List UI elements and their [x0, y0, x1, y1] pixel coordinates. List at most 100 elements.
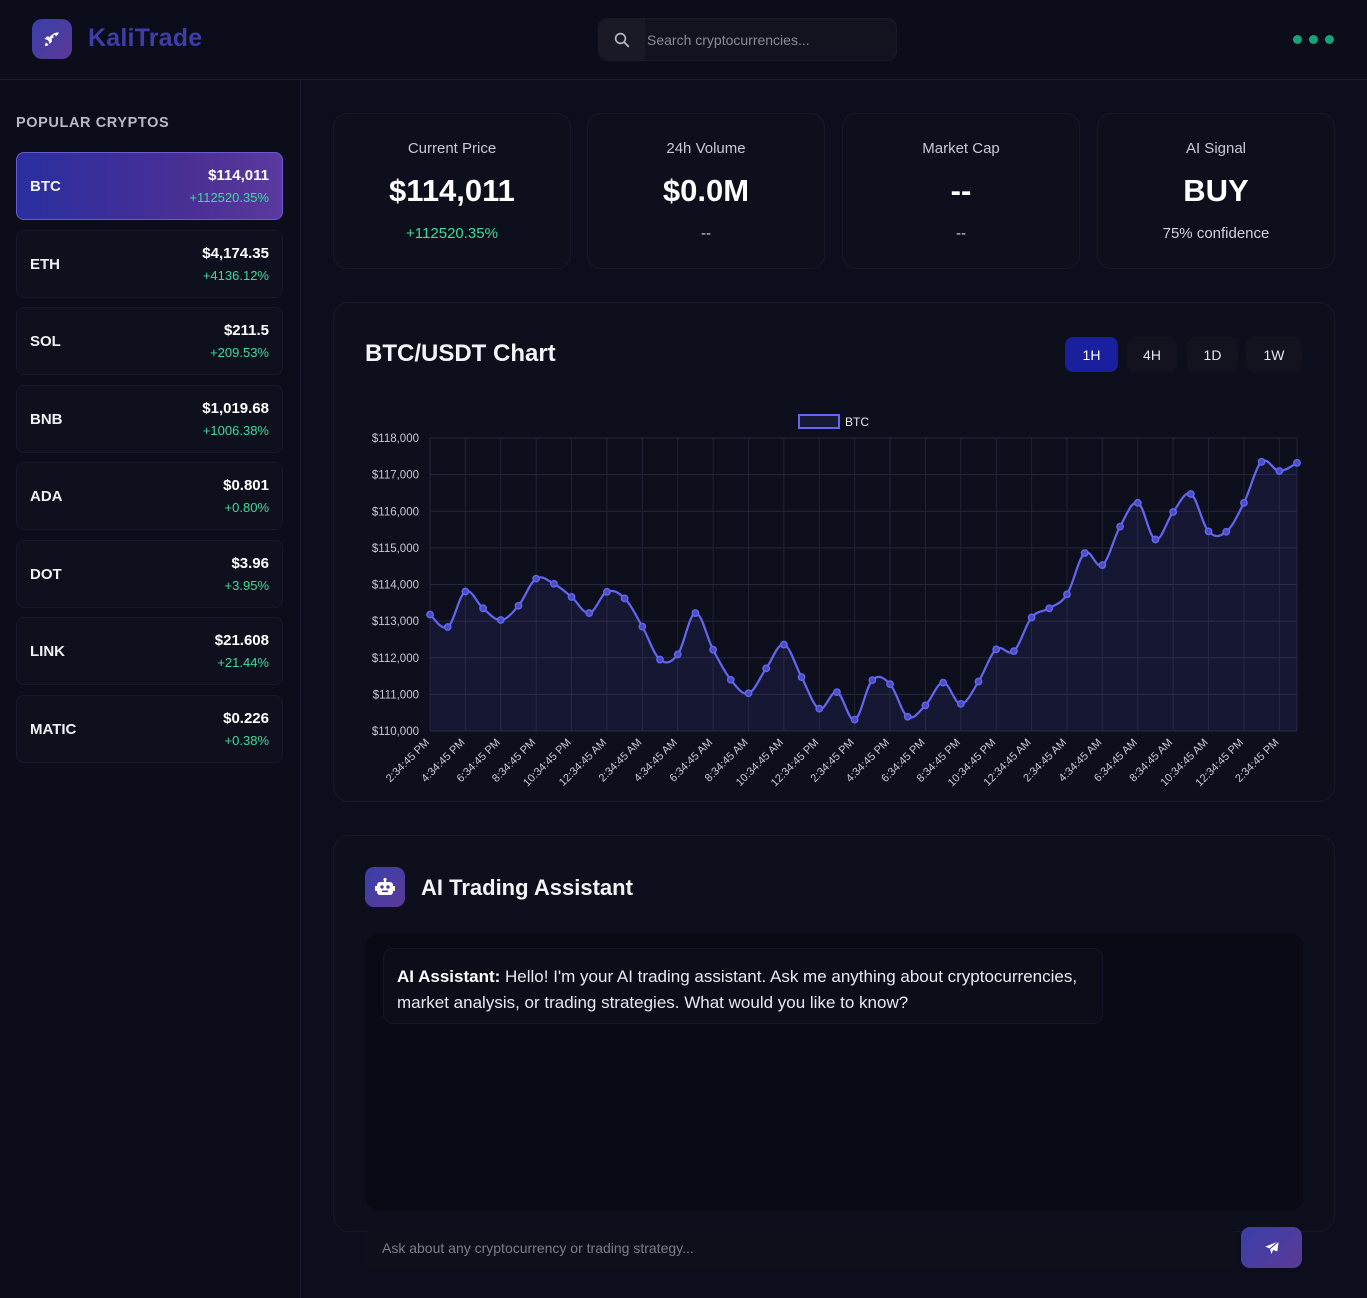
- send-icon: [1264, 1240, 1279, 1254]
- coin-item-dot[interactable]: DOT $3.96 +3.95%: [16, 539, 283, 608]
- data-point: [1133, 498, 1142, 507]
- coin-symbol: SOL: [30, 333, 61, 350]
- rocket-icon: [44, 32, 59, 47]
- coin-symbol: MATIC: [30, 720, 77, 738]
- data-point: [992, 645, 1001, 654]
- coin-symbol: BNB: [30, 410, 63, 428]
- stat-label: 24h Volume: [666, 140, 746, 157]
- data-point: [833, 688, 841, 697]
- coin-symbol: BTC: [30, 178, 61, 195]
- stat-sub: 75% confidence: [1162, 225, 1270, 242]
- data-point: [514, 601, 523, 610]
- data-point: [479, 604, 487, 613]
- coin-price: $1,019.68: [202, 399, 269, 417]
- price-chart[interactable]: $110,000 $111,000 $112,000 $113,000 $114,000…: [334, 303, 1336, 803]
- data-point: [903, 712, 912, 721]
- data-point: [656, 655, 664, 664]
- coin-item-matic[interactable]: MATIC $0.226 +0.38%: [16, 694, 283, 763]
- y-tick-label: $117,000: [372, 470, 419, 482]
- legend-swatch: [798, 414, 840, 429]
- coin-item-link[interactable]: LINK $21.608 +21.44%: [16, 617, 283, 685]
- data-point: [850, 715, 859, 724]
- y-tick-label: $112,000: [372, 653, 419, 665]
- coin-item-bnb[interactable]: BNB $1,019.68 +1006.38%: [16, 384, 283, 453]
- coin-item-btc[interactable]: BTC $114,011 +112520.35%: [16, 152, 283, 220]
- data-point: [1063, 590, 1071, 599]
- y-tick-label: $110,000: [372, 726, 419, 738]
- coin-price: $114,011: [208, 167, 269, 184]
- stat-label: Market Cap: [922, 140, 1000, 157]
- coin-symbol: ETH: [30, 255, 60, 273]
- search-input[interactable]: [647, 19, 887, 60]
- data-point: [585, 609, 594, 617]
- coin-price: $211.5: [223, 322, 269, 339]
- robot-icon: [365, 867, 405, 907]
- data-point: [744, 689, 753, 698]
- data-point: [1222, 527, 1231, 536]
- data-point: [603, 587, 611, 596]
- coin-price: $0.226: [223, 709, 269, 727]
- data-point: [496, 616, 505, 624]
- assistant-message: AI Assistant: Hello! I'm your AI trading…: [383, 948, 1103, 1024]
- data-point: [443, 623, 452, 631]
- chat-input[interactable]: [366, 1228, 1236, 1268]
- data-point: [726, 675, 735, 684]
- coin-price: $0.801: [223, 477, 269, 494]
- data-point: [1080, 549, 1089, 557]
- send-button[interactable]: [1241, 1227, 1302, 1268]
- y-tick-label: $113,000: [372, 616, 419, 628]
- data-point: [815, 704, 824, 713]
- coin-change: +1006.38%: [202, 422, 269, 438]
- data-point: [886, 680, 894, 689]
- coin-symbol: ADA: [30, 488, 63, 505]
- data-point: [1204, 527, 1213, 536]
- y-tick-label: $115,000: [372, 543, 419, 555]
- search-bar[interactable]: [598, 18, 897, 61]
- message-sender: AI Assistant:: [397, 967, 501, 986]
- y-tick-label: $116,000: [372, 506, 419, 518]
- stat-value: $0.0M: [662, 173, 750, 208]
- top-header: KaliTrade: [0, 0, 1367, 80]
- data-point: [638, 622, 647, 631]
- y-tick-label: $111,000: [373, 689, 419, 701]
- data-point: [1275, 467, 1284, 475]
- more-menu-icon[interactable]: [1293, 35, 1334, 44]
- current-price-card: Current Price $114,011 +112520.35%: [333, 113, 571, 269]
- y-tick-label: $114,000: [372, 580, 419, 592]
- data-point: [1116, 522, 1124, 531]
- coin-price: $3.96: [231, 554, 269, 572]
- rocket-logo-icon[interactable]: [32, 19, 72, 59]
- coin-item-sol[interactable]: SOL $211.5 +209.53%: [16, 307, 283, 375]
- data-point: [1009, 647, 1018, 656]
- market-cap-card: Market Cap -- --: [842, 113, 1080, 269]
- coin-item-eth[interactable]: ETH $4,174.35 +4136.12%: [16, 229, 283, 298]
- coin-symbol: DOT: [30, 565, 62, 583]
- status-dot: [1325, 35, 1334, 44]
- coin-change: +209.53%: [210, 345, 269, 360]
- stat-value: BUY: [1183, 173, 1249, 208]
- coin-price: $21.608: [214, 632, 269, 649]
- sidebar-title: POPULAR CRYPTOS: [16, 115, 170, 131]
- coin-item-ada[interactable]: ADA $0.801 +0.80%: [16, 462, 283, 530]
- data-point: [956, 699, 965, 708]
- data-point: [1098, 561, 1107, 569]
- coin-change: +0.80%: [224, 500, 269, 515]
- search-icon[interactable]: [599, 19, 645, 60]
- stat-value: $114,011: [389, 173, 515, 208]
- stat-label: AI Signal: [1185, 140, 1247, 157]
- data-point: [1293, 459, 1301, 467]
- stat-sub: --: [956, 225, 966, 242]
- stat-value: --: [950, 173, 972, 208]
- brand-name[interactable]: KaliTrade: [88, 24, 202, 53]
- volume-card: 24h Volume $0.0M --: [587, 113, 825, 269]
- data-point: [1151, 535, 1160, 544]
- ai-assistant-panel: AI Trading Assistant AI Assistant: Hello…: [333, 835, 1335, 1232]
- data-point: [1257, 457, 1266, 466]
- data-point: [620, 594, 629, 603]
- chart-panel: BTC/USDT Chart 1H 4H 1D 1W $110,000 $111,…: [333, 302, 1335, 802]
- data-point: [974, 677, 983, 686]
- legend-label: BTC: [845, 415, 869, 429]
- data-point: [779, 640, 788, 649]
- coin-change: +3.95%: [224, 577, 269, 593]
- data-point: [1240, 498, 1248, 507]
